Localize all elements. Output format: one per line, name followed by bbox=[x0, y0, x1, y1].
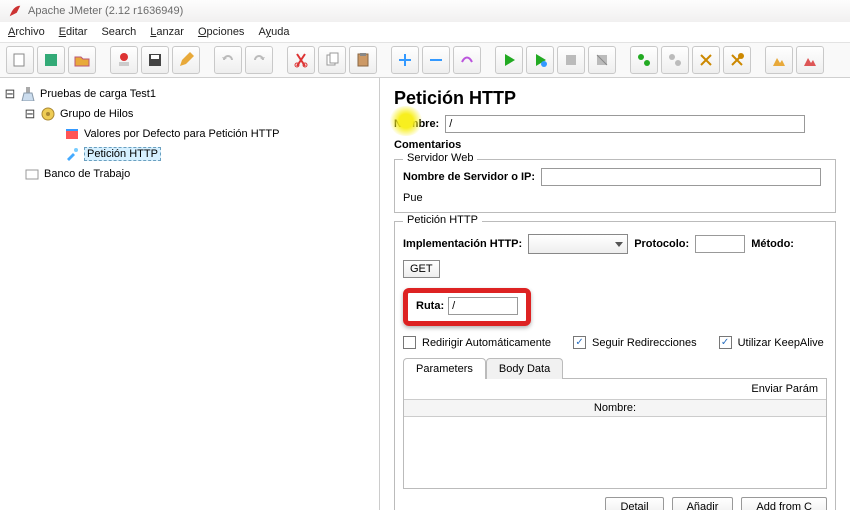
paste-icon[interactable] bbox=[349, 46, 377, 74]
servidor-input[interactable] bbox=[541, 168, 821, 186]
chevron-down-icon bbox=[615, 242, 623, 247]
cut-icon[interactable] bbox=[287, 46, 315, 74]
cb-follow-redirect[interactable] bbox=[573, 336, 586, 349]
enviar-params-label: Enviar Parám bbox=[404, 379, 826, 399]
toggle-icon[interactable]: ⊟ bbox=[4, 86, 16, 102]
tree-testplan[interactable]: ⊟ Pruebas de carga Test1 bbox=[4, 84, 375, 104]
tab-parameters[interactable]: Parameters bbox=[403, 358, 486, 379]
defaults-icon bbox=[64, 126, 80, 142]
menubar: Archivo Editar Search Lanzar Opciones Ay… bbox=[0, 22, 850, 42]
clear-icon[interactable] bbox=[692, 46, 720, 74]
start-icon[interactable] bbox=[495, 46, 523, 74]
toolbar bbox=[0, 42, 850, 78]
impl-label: Implementación HTTP: bbox=[403, 238, 522, 250]
templates-icon[interactable] bbox=[37, 46, 65, 74]
tree-panel: ⊟ Pruebas de carga Test1 ⊟ Grupo de Hilo… bbox=[0, 78, 380, 510]
remote-stop-icon[interactable] bbox=[661, 46, 689, 74]
start-no-timers-icon[interactable] bbox=[526, 46, 554, 74]
remote-start-icon[interactable] bbox=[630, 46, 658, 74]
metodo-label: Método: bbox=[751, 238, 794, 250]
function-helper-icon[interactable] bbox=[796, 46, 824, 74]
panel-title: Petición HTTP bbox=[394, 88, 836, 109]
cb-keepalive-label: Utilizar KeepAlive bbox=[738, 337, 824, 349]
metodo-value[interactable]: GET bbox=[403, 260, 440, 278]
shutdown-icon[interactable] bbox=[588, 46, 616, 74]
ruta-highlight: Ruta: bbox=[403, 288, 531, 326]
save-icon[interactable] bbox=[141, 46, 169, 74]
peticion-http-title: Petición HTTP bbox=[403, 214, 482, 226]
tree-threadgroup[interactable]: ⊟ Grupo de Hilos bbox=[4, 104, 375, 124]
open-icon[interactable] bbox=[68, 46, 96, 74]
cb-auto-label: Redirigir Automáticamente bbox=[422, 337, 551, 349]
menu-archivo[interactable]: Archivo bbox=[8, 26, 45, 38]
parameters-area: Enviar Parám Nombre: bbox=[403, 379, 827, 489]
add-from-clipboard-button[interactable]: Add from C bbox=[741, 497, 827, 510]
toggle-icon[interactable]: ⊟ bbox=[24, 106, 36, 122]
servidor-web-title: Servidor Web bbox=[403, 152, 477, 164]
servidor-web-group: Servidor Web Nombre de Servidor o IP: Pu… bbox=[394, 159, 836, 213]
nombre-input[interactable] bbox=[445, 115, 805, 133]
copy-icon[interactable] bbox=[318, 46, 346, 74]
add-button[interactable]: Añadir bbox=[672, 497, 734, 510]
servidor-label: Nombre de Servidor o IP: bbox=[403, 171, 535, 183]
http-request-panel: Petición HTTP Nombre: Comentarios Servid… bbox=[380, 78, 850, 510]
threadgroup-icon bbox=[40, 106, 56, 122]
ruta-input[interactable] bbox=[448, 297, 518, 315]
protocolo-label: Protocolo: bbox=[634, 238, 689, 250]
titlebar: Apache JMeter (2.12 r1636949) bbox=[0, 0, 850, 22]
menu-lanzar[interactable]: Lanzar bbox=[150, 26, 184, 38]
redo-icon[interactable] bbox=[245, 46, 273, 74]
new-icon[interactable] bbox=[6, 46, 34, 74]
clear-all-icon[interactable] bbox=[723, 46, 751, 74]
nombre-label: Nombre: bbox=[394, 118, 439, 130]
tree-workbench[interactable]: Banco de Trabajo bbox=[4, 164, 375, 184]
workbench-icon bbox=[24, 166, 40, 182]
cb-keepalive[interactable] bbox=[719, 336, 732, 349]
tab-body-data[interactable]: Body Data bbox=[486, 358, 563, 379]
collapse-icon[interactable] bbox=[422, 46, 450, 74]
jmeter-icon bbox=[8, 4, 22, 18]
param-tabs: Parameters Body Data bbox=[403, 357, 827, 379]
search-tree-icon[interactable] bbox=[765, 46, 793, 74]
close-icon[interactable] bbox=[110, 46, 138, 74]
edit-icon[interactable] bbox=[172, 46, 200, 74]
detail-button[interactable]: Detail bbox=[605, 497, 663, 510]
expand-icon[interactable] bbox=[391, 46, 419, 74]
menu-opciones[interactable]: Opciones bbox=[198, 26, 244, 38]
dropper-icon bbox=[64, 146, 80, 162]
peticion-http-group: Petición HTTP Implementación HTTP: Proto… bbox=[394, 221, 836, 510]
cb-follow-label: Seguir Redirecciones bbox=[592, 337, 697, 349]
comentarios-label: Comentarios bbox=[394, 139, 461, 151]
tree-http-request[interactable]: Petición HTTP bbox=[4, 144, 375, 164]
stop-icon[interactable] bbox=[557, 46, 585, 74]
menu-ayuda[interactable]: Ayuda bbox=[258, 26, 289, 38]
tree-http-defaults[interactable]: Valores por Defecto para Petición HTTP bbox=[4, 124, 375, 144]
menu-editar[interactable]: Editar bbox=[59, 26, 88, 38]
toggle-icon[interactable] bbox=[453, 46, 481, 74]
window-title: Apache JMeter (2.12 r1636949) bbox=[28, 5, 183, 17]
testplan-icon bbox=[20, 86, 36, 102]
puerto-label: Pue bbox=[403, 192, 423, 204]
menu-search[interactable]: Search bbox=[101, 26, 136, 38]
cb-auto-redirect[interactable] bbox=[403, 336, 416, 349]
ruta-label: Ruta: bbox=[416, 300, 444, 312]
param-col-nombre: Nombre: bbox=[404, 399, 826, 417]
impl-combo[interactable] bbox=[528, 234, 628, 254]
undo-icon[interactable] bbox=[214, 46, 242, 74]
protocolo-input[interactable] bbox=[695, 235, 745, 253]
